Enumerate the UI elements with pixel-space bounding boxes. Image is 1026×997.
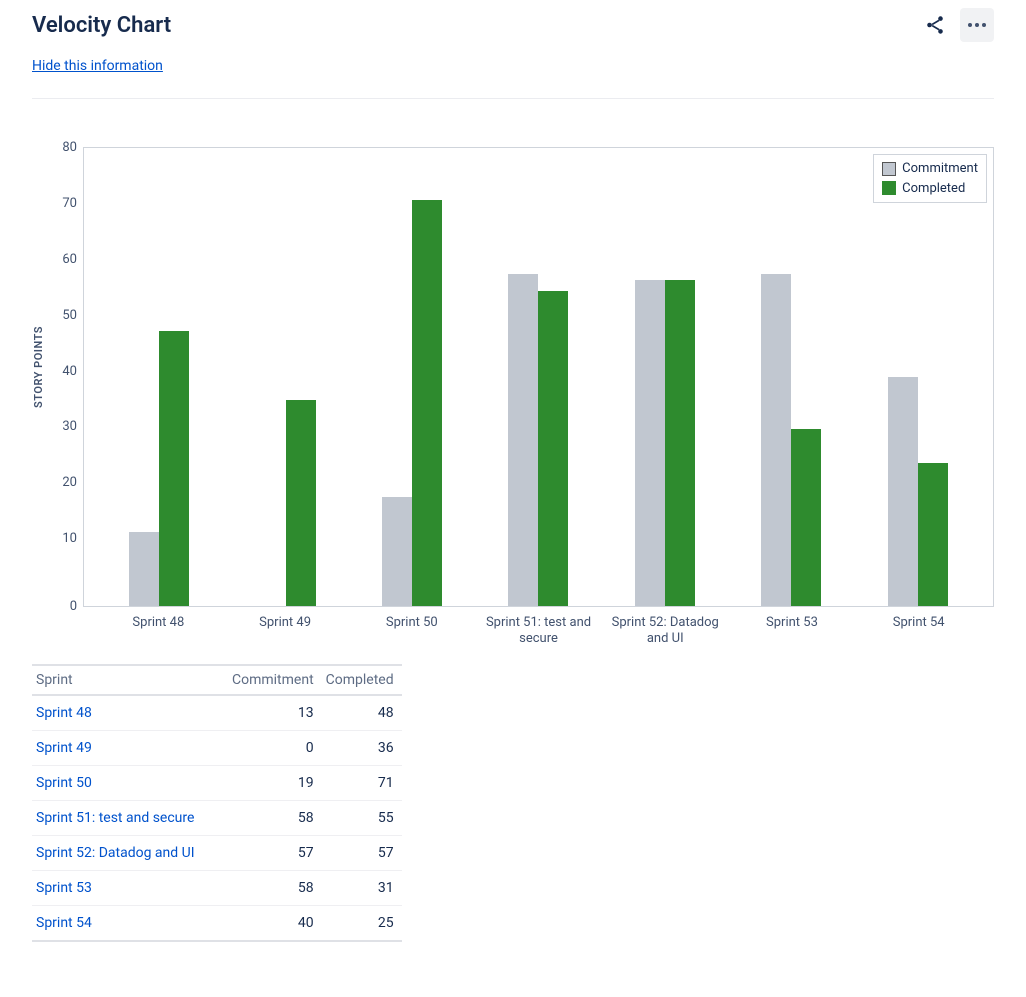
bar-commitment[interactable] — [761, 274, 791, 606]
table-row: Sprint 52: Datadog and UI 5757 — [32, 835, 402, 870]
y-tick: 40 — [49, 365, 77, 378]
x-tick-label: Sprint 52: Datadog and UI — [602, 615, 729, 648]
sprint-link[interactable]: Sprint 51: test and secure — [36, 810, 194, 826]
bar-group — [728, 274, 854, 606]
table-header-sprint: Sprint — [32, 665, 228, 695]
bar-group — [96, 331, 222, 606]
header-actions — [918, 8, 994, 42]
y-tick: 30 — [49, 420, 77, 433]
cell-completed: 57 — [322, 835, 402, 870]
y-tick: 80 — [49, 141, 77, 154]
x-tick-label: Sprint 51: test and secure — [475, 615, 602, 648]
table-row: Sprint 54 4025 — [32, 905, 402, 941]
chart-legend: Commitment Completed — [873, 154, 987, 203]
bar-group — [855, 377, 981, 606]
sprint-link[interactable]: Sprint 54 — [36, 915, 92, 931]
bar-group — [475, 274, 601, 606]
table-row: Sprint 51: test and secure 5855 — [32, 800, 402, 835]
cell-commitment: 58 — [228, 870, 322, 905]
x-axis-labels: Sprint 48Sprint 49Sprint 50Sprint 51: te… — [83, 607, 994, 648]
table-header-completed: Completed — [322, 665, 402, 695]
bar-commitment[interactable] — [888, 377, 918, 606]
bar-completed[interactable] — [538, 291, 568, 606]
cell-commitment: 40 — [228, 905, 322, 941]
legend-item-completed: Completed — [882, 179, 978, 199]
sprint-link[interactable]: Sprint 52: Datadog and UI — [36, 845, 195, 861]
cell-completed: 55 — [322, 800, 402, 835]
share-button[interactable] — [918, 8, 952, 42]
more-icon — [968, 23, 986, 27]
y-tick: 70 — [49, 197, 77, 210]
sprint-link[interactable]: Sprint 53 — [36, 880, 92, 896]
x-tick-label: Sprint 49 — [222, 615, 349, 648]
bar-completed[interactable] — [918, 463, 948, 606]
page-title: Velocity Chart — [32, 13, 171, 38]
bar-commitment[interactable] — [382, 497, 412, 606]
y-tick: 20 — [49, 476, 77, 489]
bar-completed[interactable] — [791, 429, 821, 606]
cell-completed: 25 — [322, 905, 402, 941]
cell-commitment: 0 — [228, 730, 322, 765]
legend-label-commitment: Commitment — [902, 159, 978, 179]
cell-completed: 71 — [322, 765, 402, 800]
bar-completed[interactable] — [665, 280, 695, 606]
share-icon — [924, 14, 946, 36]
sprint-link[interactable]: Sprint 49 — [36, 740, 92, 756]
table-row: Sprint 50 1971 — [32, 765, 402, 800]
y-axis-label: STORY POINTS — [32, 326, 45, 408]
sprint-link[interactable]: Sprint 50 — [36, 775, 92, 791]
bar-group — [602, 280, 728, 606]
cell-commitment: 13 — [228, 695, 322, 731]
table-row: Sprint 48 1348 — [32, 695, 402, 731]
legend-swatch-commitment — [882, 162, 896, 176]
y-tick: 60 — [49, 253, 77, 266]
legend-swatch-completed — [882, 181, 896, 195]
x-tick-label: Sprint 48 — [95, 615, 222, 648]
plot-area: Commitment Completed — [83, 147, 994, 607]
legend-item-commitment: Commitment — [882, 159, 978, 179]
sprint-link[interactable]: Sprint 48 — [36, 705, 92, 721]
cell-completed: 31 — [322, 870, 402, 905]
header-bar: Velocity Chart — [32, 8, 994, 42]
more-actions-button[interactable] — [960, 8, 994, 42]
y-tick: 50 — [49, 309, 77, 322]
cell-completed: 36 — [322, 730, 402, 765]
x-tick-label: Sprint 53 — [729, 615, 856, 648]
y-tick: 0 — [49, 600, 77, 613]
y-tick: 10 — [49, 532, 77, 545]
cell-commitment: 57 — [228, 835, 322, 870]
x-tick-label: Sprint 54 — [855, 615, 982, 648]
cell-completed: 48 — [322, 695, 402, 731]
bar-group — [222, 400, 348, 606]
bar-commitment[interactable] — [635, 280, 665, 606]
table-row: Sprint 53 5831 — [32, 870, 402, 905]
x-tick-label: Sprint 50 — [348, 615, 475, 648]
table-row: Sprint 49 036 — [32, 730, 402, 765]
bar-commitment[interactable] — [508, 274, 538, 606]
bar-completed[interactable] — [286, 400, 316, 606]
bar-completed[interactable] — [412, 200, 442, 606]
divider — [32, 98, 994, 99]
bar-completed[interactable] — [159, 331, 189, 606]
bar-commitment[interactable] — [129, 532, 159, 606]
hide-info-link[interactable]: Hide this information — [32, 58, 163, 74]
velocity-table: Sprint Commitment Completed Sprint 48134… — [32, 664, 402, 942]
cell-commitment: 58 — [228, 800, 322, 835]
cell-commitment: 19 — [228, 765, 322, 800]
velocity-chart: STORY POINTS 80706050403020100 Commitmen… — [32, 147, 994, 648]
table-header-commitment: Commitment — [228, 665, 322, 695]
bar-group — [349, 200, 475, 606]
legend-label-completed: Completed — [902, 179, 965, 199]
y-axis-ticks: 80706050403020100 — [49, 147, 83, 607]
